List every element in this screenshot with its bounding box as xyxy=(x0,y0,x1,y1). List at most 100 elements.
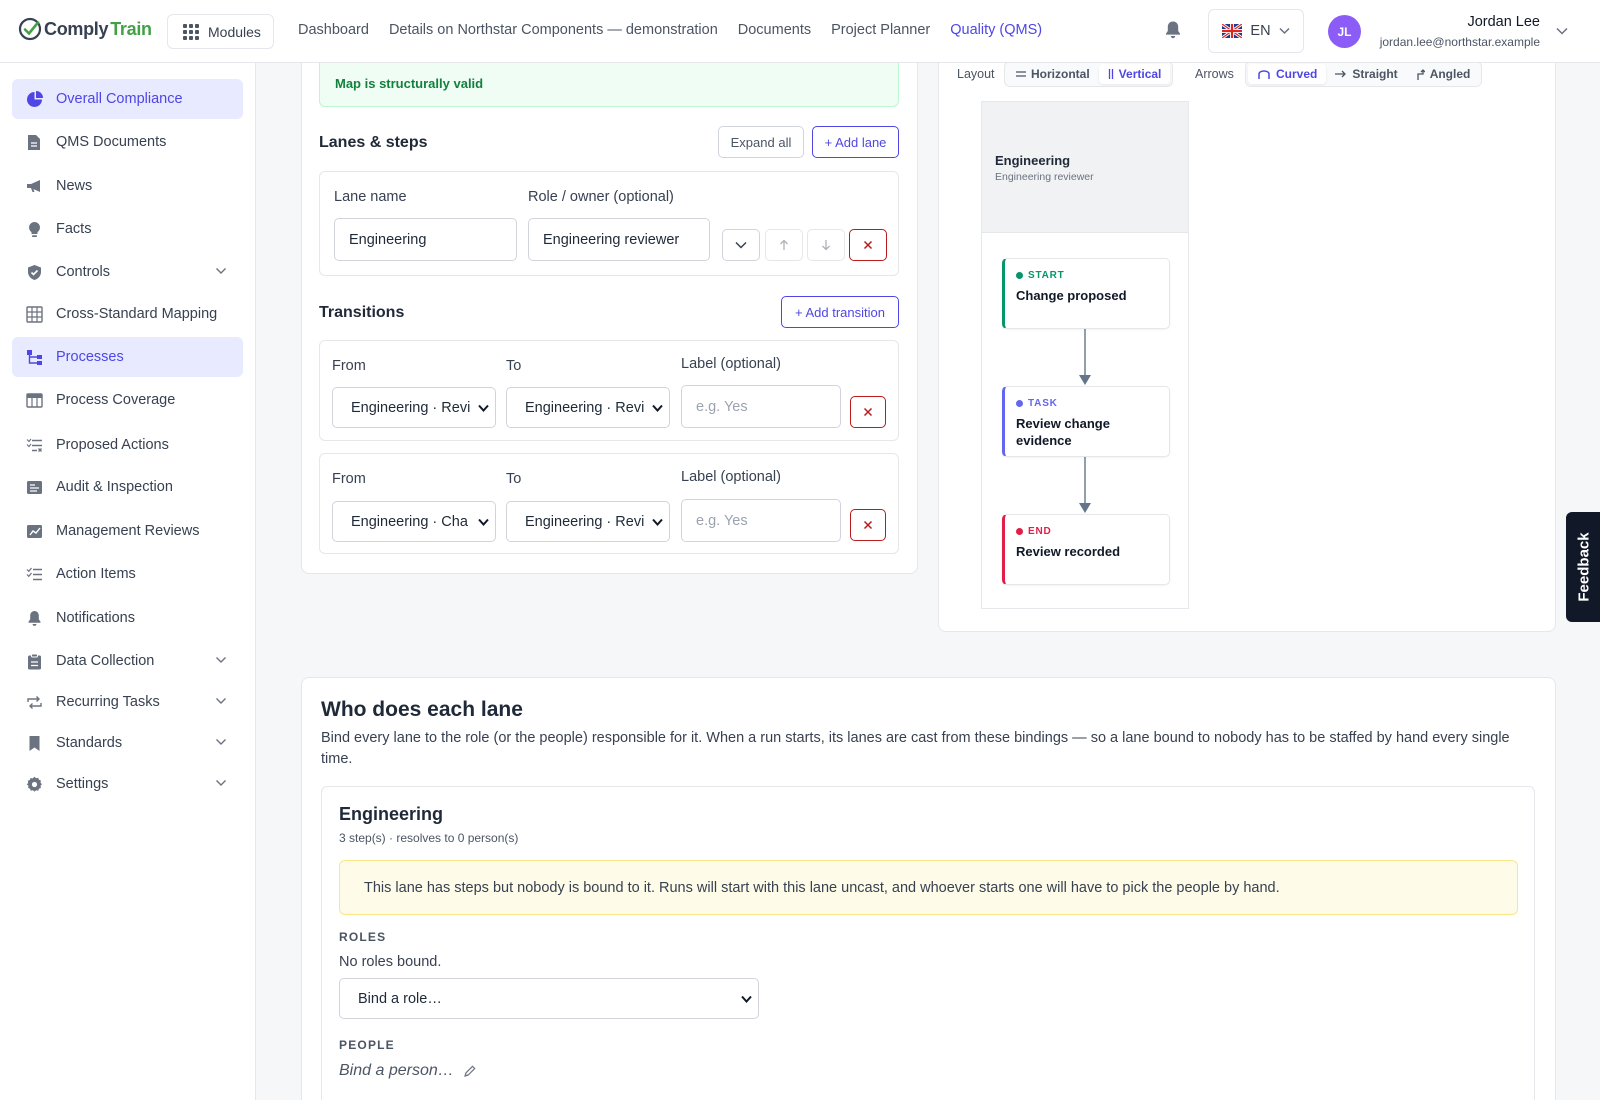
topnav-documents[interactable]: Documents xyxy=(738,22,811,38)
unbound-lane-warning: This lane has steps but nobody is bound … xyxy=(339,860,1518,915)
uk-flag-icon xyxy=(1222,24,1243,38)
sidebar-item-qms-documents[interactable]: QMS Documents xyxy=(12,122,243,162)
delete-transition-button[interactable] xyxy=(850,509,886,541)
layout-label: Layout xyxy=(957,67,995,81)
add-transition-button[interactable]: + Add transition xyxy=(781,296,899,328)
sidebar-item-recurring-tasks[interactable]: Recurring Tasks xyxy=(12,682,243,722)
delete-lane-button[interactable] xyxy=(849,229,887,261)
top-nav: Dashboard Details on Northstar Component… xyxy=(298,22,1042,38)
move-lane-down-button[interactable] xyxy=(807,229,845,261)
sidebar-item-process-coverage[interactable]: Process Coverage xyxy=(12,380,243,420)
validation-banner: Map is structurally valid xyxy=(319,56,899,107)
transition-to-select[interactable]: Engineering · Revi xyxy=(506,387,670,428)
diagram-node-start[interactable]: START Change proposed xyxy=(1002,258,1170,329)
avatar[interactable]: JL xyxy=(1328,15,1361,48)
sidebar-item-cross-standard-mapping[interactable]: Cross-Standard Mapping xyxy=(12,294,243,334)
topnav-project-planner[interactable]: Project Planner xyxy=(831,22,930,38)
sidebar-item-controls[interactable]: Controls xyxy=(12,252,243,292)
node-kind-label: END xyxy=(1028,526,1052,537)
collapse-lane-button[interactable] xyxy=(722,229,760,261)
layout-horizontal-option[interactable]: Horizontal xyxy=(1007,64,1099,84)
logo-text-part2: Train xyxy=(110,18,152,39)
sidebar-item-audit-inspection[interactable]: Audit & Inspection xyxy=(12,467,243,507)
transition-to-select[interactable]: Engineering · Revi xyxy=(506,501,670,542)
sidebar-item-standards[interactable]: Standards xyxy=(12,723,243,763)
node-dot-icon xyxy=(1016,272,1023,279)
bell-icon[interactable] xyxy=(1164,20,1182,40)
sidebar-item-label: QMS Documents xyxy=(56,134,167,150)
diagram-node-task[interactable]: TASK Review change evidence xyxy=(1002,386,1170,457)
add-lane-button[interactable]: + Add lane xyxy=(812,126,899,158)
gear-icon xyxy=(25,775,43,793)
sidebar-item-data-collection[interactable]: Data Collection xyxy=(12,641,243,681)
straight-arrow-icon xyxy=(1335,70,1347,78)
sidebar-item-label: Audit & Inspection xyxy=(56,479,173,495)
transition-to-label: To xyxy=(506,358,522,374)
transition-from-label: From xyxy=(332,471,366,487)
diagram-node-end[interactable]: END Review recorded xyxy=(1002,514,1170,585)
topnav-quality-qms[interactable]: Quality (QMS) xyxy=(950,22,1042,38)
move-lane-up-button[interactable] xyxy=(765,229,803,261)
layout-vertical-option[interactable]: Vertical xyxy=(1098,64,1171,84)
arrows-label: Arrows xyxy=(1195,67,1234,81)
topnav-project-details[interactable]: Details on Northstar Components — demons… xyxy=(389,22,718,38)
arrow-straight-option[interactable]: Straight xyxy=(1326,64,1406,84)
sidebar-item-label: Process Coverage xyxy=(56,392,176,408)
delete-transition-button[interactable] xyxy=(850,396,886,428)
language-selector[interactable]: EN xyxy=(1208,9,1304,53)
bind-role-select[interactable]: Bind a role… xyxy=(339,978,759,1019)
select-arrow-icon xyxy=(478,518,489,526)
node-title: Review change evidence xyxy=(1016,416,1110,448)
expand-all-button[interactable]: Expand all xyxy=(718,126,804,158)
sidebar-item-settings[interactable]: Settings xyxy=(12,764,243,804)
app-logo[interactable]: Comply Train xyxy=(18,17,152,41)
close-icon xyxy=(863,407,873,417)
lane-name-input[interactable]: Engineering xyxy=(334,218,517,261)
transitions-heading: Transitions xyxy=(319,304,405,321)
role-owner-input[interactable]: Engineering reviewer xyxy=(528,218,710,261)
transition-label-input[interactable]: e.g. Yes xyxy=(681,385,841,428)
topnav-dashboard[interactable]: Dashboard xyxy=(298,22,369,38)
checklist-icon xyxy=(25,565,43,583)
transition-from-select[interactable]: Engineering · Cha xyxy=(332,501,496,542)
sidebar-item-label: Cross-Standard Mapping xyxy=(56,306,218,322)
sidebar-item-news[interactable]: News xyxy=(12,166,243,206)
transition-from-value: Engineering · Revi xyxy=(351,399,471,416)
chart-review-icon xyxy=(25,522,43,540)
chevron-down-icon xyxy=(216,739,226,745)
transition-from-select[interactable]: Engineering · Revi xyxy=(332,387,496,428)
pencil-icon[interactable] xyxy=(463,1064,476,1078)
sidebar-item-management-reviews[interactable]: Management Reviews xyxy=(12,511,243,551)
sidebar-item-action-items[interactable]: Action Items xyxy=(12,554,243,594)
sidebar-item-facts[interactable]: Facts xyxy=(12,209,243,249)
sidebar-item-label: Proposed Actions xyxy=(56,437,169,453)
bind-person-field[interactable]: Bind a person… xyxy=(339,1062,476,1080)
arrow-curved-option[interactable]: Curved xyxy=(1248,64,1327,84)
node-kind-label: TASK xyxy=(1028,398,1058,409)
process-icon xyxy=(25,348,43,366)
user-menu-chevron-icon[interactable] xyxy=(1556,26,1568,36)
vertical-lines-icon xyxy=(1108,69,1113,79)
arrow-angled-option[interactable]: Angled xyxy=(1407,64,1480,84)
sidebar-item-label: News xyxy=(56,178,93,194)
pie-chart-icon xyxy=(25,90,43,108)
feedback-tab[interactable]: Feedback xyxy=(1566,512,1600,622)
bind-person-placeholder: Bind a person… xyxy=(339,1062,454,1079)
sidebar-item-processes[interactable]: Processes xyxy=(12,337,243,377)
chevron-down-icon xyxy=(735,241,747,249)
user-name[interactable]: Jordan Lee xyxy=(1467,14,1540,30)
diagram-lane: Engineering Engineering reviewer START C… xyxy=(981,101,1189,609)
modules-button[interactable]: Modules xyxy=(167,14,274,49)
sidebar-item-overall-compliance[interactable]: Overall Compliance xyxy=(12,79,243,119)
transition-from-label: From xyxy=(332,358,366,374)
lane-binding-meta: 3 step(s) · resolves to 0 person(s) xyxy=(339,831,519,845)
logo-check-icon xyxy=(18,17,42,41)
megaphone-icon xyxy=(25,177,43,195)
layout-vertical-label: Vertical xyxy=(1118,67,1162,81)
feedback-label: Feedback xyxy=(1575,532,1593,602)
sidebar-item-proposed-actions[interactable]: Proposed Actions xyxy=(12,425,243,465)
transition-label-input[interactable]: e.g. Yes xyxy=(681,499,841,542)
select-arrow-icon xyxy=(652,404,663,412)
sidebar-item-notifications[interactable]: Notifications xyxy=(12,598,243,638)
horizontal-lines-icon xyxy=(1016,71,1026,77)
